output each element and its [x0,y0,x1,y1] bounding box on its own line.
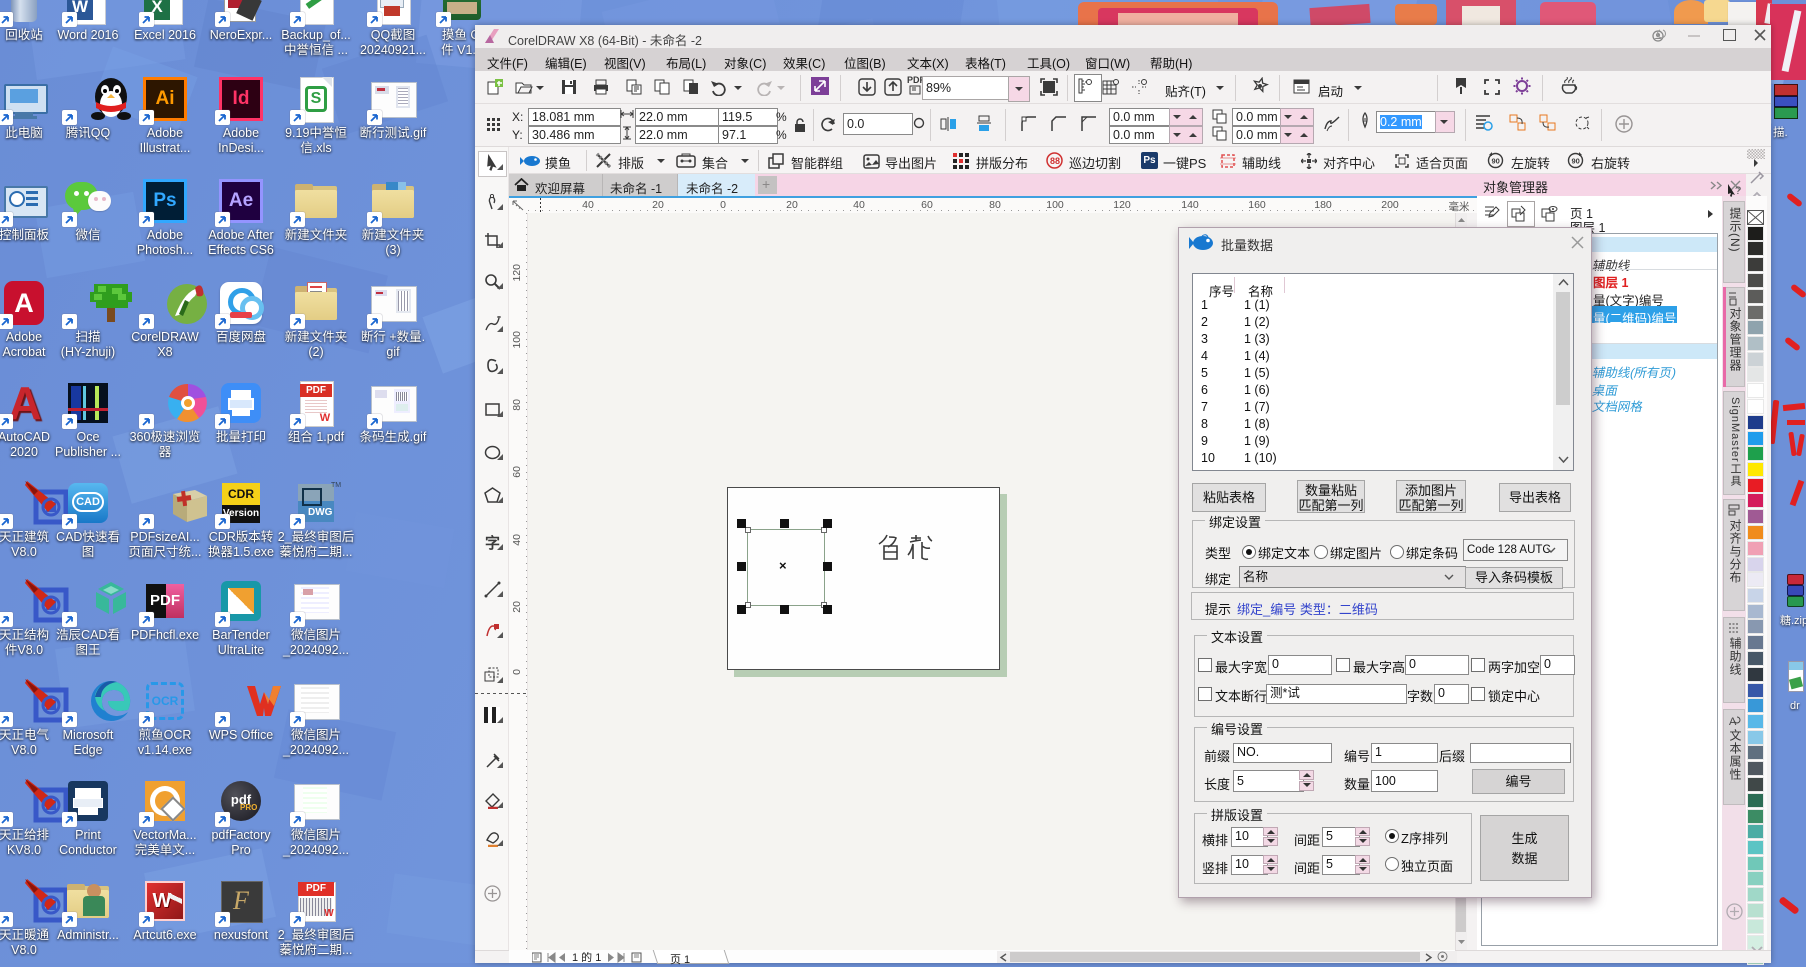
svg-text:1 的 1: 1 的 1 [572,952,601,963]
svg-text:90: 90 [1492,157,1500,166]
svg-text:?: ? [1735,185,1741,197]
svg-text:88: 88 [1050,156,1060,166]
svg-text:90: 90 [1572,157,1580,166]
svg-text:A: A [1729,716,1737,728]
